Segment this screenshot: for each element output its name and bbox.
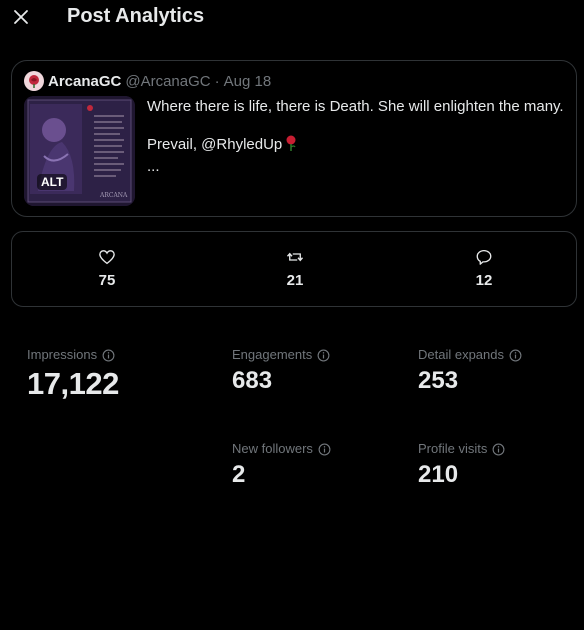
detail-expands-stat: Detail expands 253 [418, 347, 522, 395]
info-icon[interactable] [318, 443, 331, 456]
author-handle[interactable]: @ArcanaGC [125, 73, 210, 90]
tweet-ellipsis: ... [147, 158, 160, 175]
reply-icon [476, 249, 492, 265]
tweet-text-line2: Prevail, @RhyledUp [147, 136, 283, 153]
likes-metric[interactable]: 75 [77, 248, 137, 290]
tweet-header: ArcanaGC @ArcanaGC · Aug 18 [24, 71, 271, 91]
profile-visits-stat: Profile visits 210 [418, 441, 505, 489]
media-caption: ARCANA [99, 192, 128, 199]
detail-expands-label: Detail expands [418, 347, 504, 362]
engagement-metrics: 75 21 12 [11, 231, 577, 307]
detail-expands-value: 253 [418, 367, 459, 394]
media-thumbnail[interactable]: ARCANA ALT [24, 96, 135, 206]
close-icon [14, 10, 28, 24]
close-button[interactable] [8, 4, 34, 30]
impressions-label: Impressions [27, 347, 98, 362]
info-icon[interactable] [102, 349, 115, 362]
tweet-text: Where there is life, there is Death. She… [147, 97, 567, 177]
info-icon[interactable] [317, 349, 330, 362]
tweet-card[interactable]: ArcanaGC @ArcanaGC · Aug 18 ARCANA ALT W… [11, 60, 577, 217]
likes-count: 75 [98, 272, 116, 289]
rose-logo-icon [29, 75, 39, 88]
tweet-text-line1: Where there is life, there is Death. She… [147, 98, 564, 115]
new-followers-stat: New followers 2 [232, 441, 331, 489]
retweets-count: 21 [286, 272, 304, 289]
avatar[interactable] [24, 71, 44, 91]
new-followers-value: 2 [232, 461, 246, 488]
engagements-value: 683 [232, 367, 273, 394]
separator: · [214, 72, 220, 90]
replies-metric[interactable]: 12 [454, 248, 514, 290]
heart-icon [99, 250, 115, 265]
tweet-text-line2-wrap: Prevail, @RhyledUp [147, 135, 567, 157]
profile-visits-label: Profile visits [418, 441, 488, 456]
info-icon[interactable] [492, 443, 505, 456]
tweet-date[interactable]: Aug 18 [224, 73, 272, 90]
retweet-icon [286, 252, 304, 262]
impressions-value: 17,122 [27, 366, 119, 401]
alt-badge[interactable]: ALT [37, 174, 68, 190]
info-icon[interactable] [509, 349, 522, 362]
author-name[interactable]: ArcanaGC [48, 73, 121, 90]
engagements-stat: Engagements 683 [232, 347, 330, 395]
page-title: Post Analytics [67, 5, 205, 27]
engagements-label: Engagements [232, 347, 313, 362]
replies-count: 12 [475, 272, 493, 289]
new-followers-label: New followers [232, 441, 313, 456]
impressions-stat: Impressions 17,122 [27, 347, 119, 401]
profile-visits-value: 210 [418, 461, 459, 488]
retweets-metric[interactable]: 21 [265, 248, 325, 290]
rose-emoji [284, 135, 298, 157]
